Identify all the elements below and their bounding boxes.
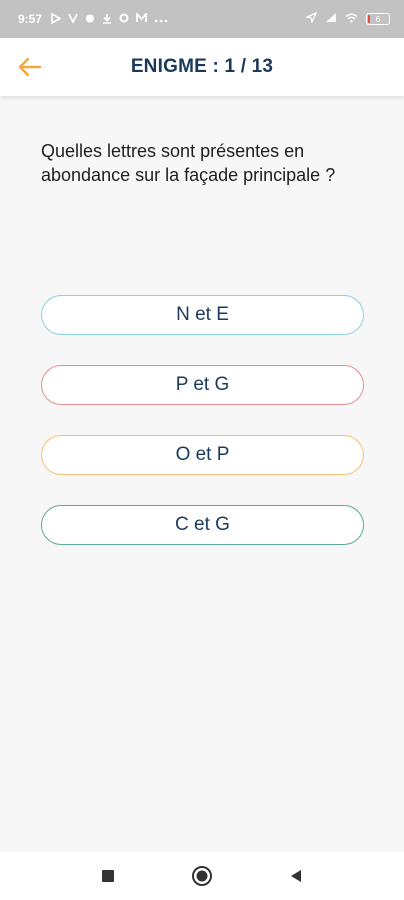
answer-option-1[interactable]: N et E [41, 295, 364, 335]
page-title: ENIGME : 1 / 13 [130, 56, 274, 77]
home-button[interactable] [190, 864, 214, 888]
wifi-icon [345, 12, 358, 26]
home-circle-icon [192, 866, 212, 886]
answer-option-4[interactable]: C et G [41, 505, 364, 545]
system-nav-bar [0, 852, 404, 900]
signal-icon [325, 12, 337, 26]
more-dots-icon [154, 13, 168, 25]
mail-icon [136, 11, 147, 25]
recents-square-icon [102, 870, 114, 882]
status-left: 9:57 [18, 11, 168, 26]
battery-fill [368, 15, 370, 23]
back-arrow-icon [18, 57, 42, 77]
recents-button[interactable] [96, 864, 120, 888]
v-icon [68, 13, 78, 25]
status-bar: 9:57 6 [0, 0, 404, 38]
status-time: 9:57 [18, 12, 43, 26]
play-store-icon [51, 12, 62, 26]
answer-list: N et E P et G O et P C et G [41, 295, 364, 575]
system-back-button[interactable] [284, 864, 308, 888]
answer-label: O et P [175, 444, 230, 465]
back-button[interactable] [14, 51, 46, 83]
answer-label: N et E [176, 304, 229, 325]
app-header: ENIGME : 1 / 13 [0, 38, 404, 96]
question-text: Quelles lettres sont présentes en abonda… [41, 141, 336, 185]
answer-label: P et G [175, 374, 230, 395]
download-icon [102, 13, 112, 26]
circle-icon [119, 13, 129, 25]
battery-icon: 6 [366, 13, 390, 25]
back-triangle-icon [291, 870, 301, 882]
location-icon [305, 11, 318, 26]
notification-icon [85, 13, 95, 25]
answer-option-2[interactable]: P et G [41, 365, 364, 405]
answer-option-3[interactable]: O et P [41, 435, 364, 475]
answer-label: C et G [175, 514, 230, 535]
battery-level: 6 [375, 14, 381, 24]
status-right: 6 [305, 11, 390, 26]
